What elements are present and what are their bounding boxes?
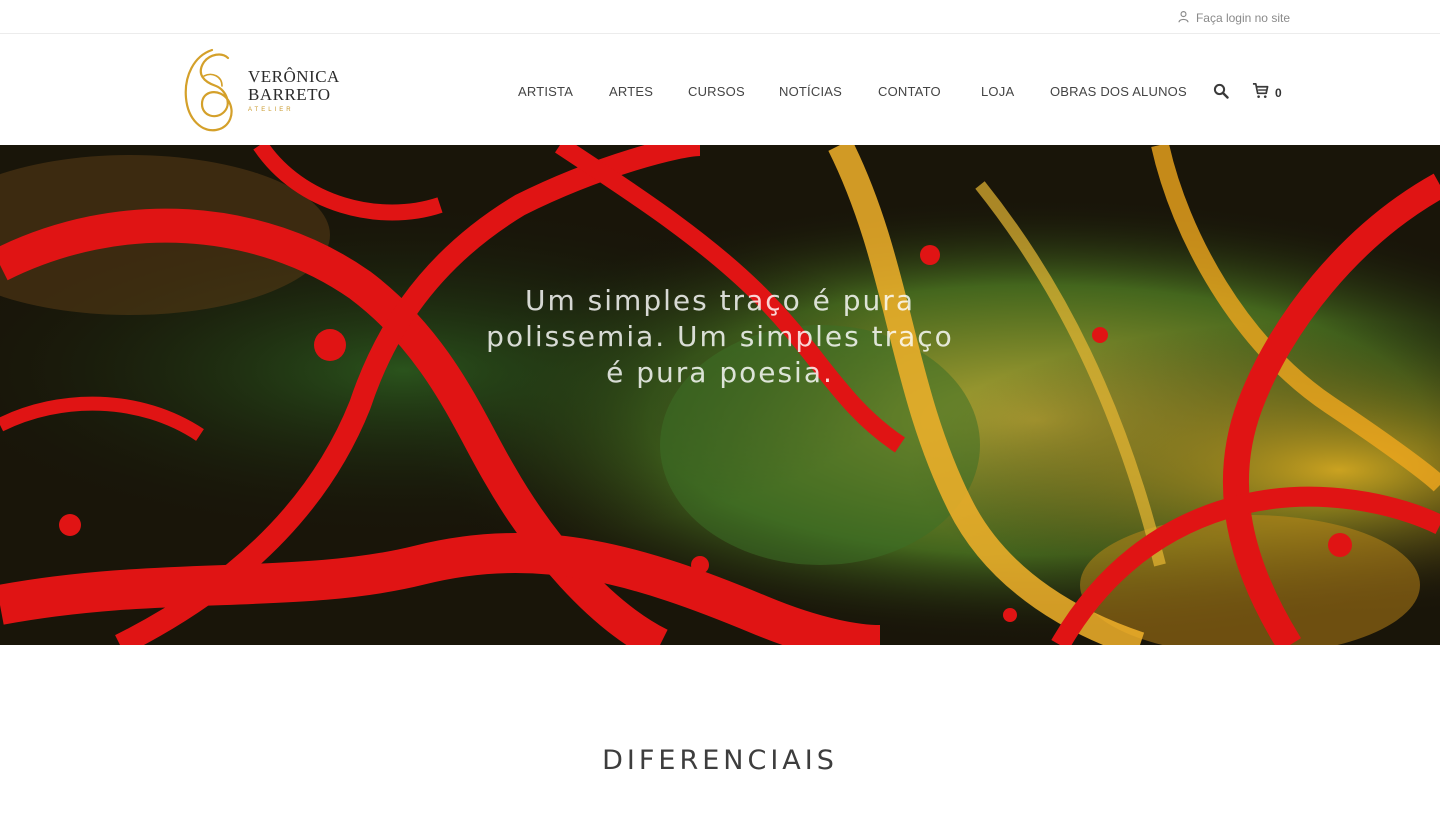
section-title: DIFERENCIAIS [602, 745, 838, 776]
main-navigation: ARTISTA ARTES CURSOS NOTÍCIAS CONTATO LO… [0, 34, 1440, 145]
login-label: Faça login no site [1195, 11, 1290, 25]
cart-button[interactable]: 0 [1252, 82, 1282, 104]
nav-item-noticias[interactable]: NOTÍCIAS [779, 84, 842, 99]
nav-item-cursos[interactable]: CURSOS [688, 84, 745, 99]
cart-count: 0 [1275, 86, 1282, 100]
hero-banner: Um simples traço é pura polissemia. Um s… [0, 145, 1440, 645]
nav-item-artista[interactable]: ARTISTA [518, 84, 573, 99]
login-link[interactable]: Faça login no site [1177, 10, 1290, 26]
site-header: VERÔNICA BARRETO ATELIER ARTISTA ARTES C… [0, 34, 1440, 145]
top-utility-bar: Faça login no site [0, 0, 1440, 34]
cart-icon [1252, 82, 1269, 104]
search-icon[interactable] [1213, 83, 1229, 99]
hero-background-painting [0, 145, 1440, 645]
hero-quote: Um simples traço é pura polissemia. Um s… [486, 284, 954, 389]
nav-item-contato[interactable]: CONTATO [878, 84, 941, 99]
user-icon [1177, 10, 1190, 26]
nav-item-loja[interactable]: LOJA [981, 84, 1014, 99]
nav-item-artes[interactable]: ARTES [609, 84, 653, 99]
nav-item-obras-dos-alunos[interactable]: OBRAS DOS ALUNOS [1050, 84, 1187, 99]
